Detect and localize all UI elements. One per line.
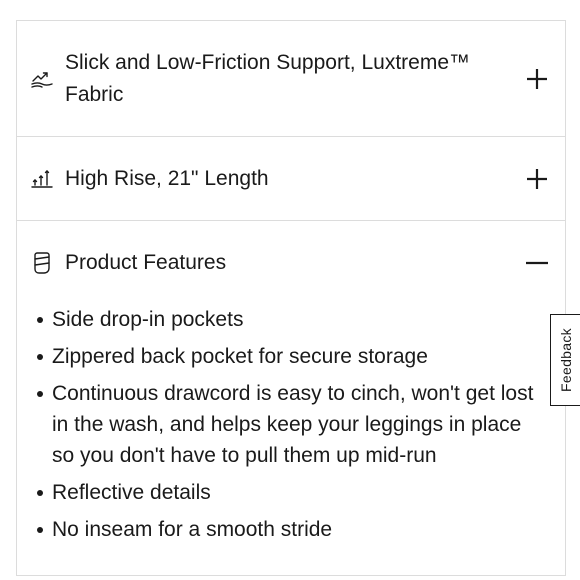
accordion-header-features[interactable]: Product Features	[17, 221, 565, 304]
low-friction-icon	[29, 66, 55, 92]
list-item: No inseam for a smooth stride	[35, 514, 547, 545]
accordion-body-features: Side drop-in pockets Zippered back pocke…	[17, 304, 565, 575]
feedback-button[interactable]: Feedback	[550, 314, 580, 406]
accordion-item-features: Product Features Side drop-in pockets Zi…	[17, 221, 565, 576]
accordion-header-rise[interactable]: High Rise, 21" Length	[17, 137, 565, 220]
list-item: Zippered back pocket for secure storage	[35, 341, 547, 372]
product-details-page: Slick and Low-Friction Support, Luxtreme…	[0, 0, 580, 580]
expand-plus-icon[interactable]	[523, 65, 551, 93]
list-item: Side drop-in pockets	[35, 304, 547, 335]
collapse-minus-icon[interactable]	[523, 249, 551, 277]
accordion-header-fabric[interactable]: Slick and Low-Friction Support, Luxtreme…	[17, 21, 565, 136]
high-rise-icon	[29, 166, 55, 192]
feature-list: Side drop-in pockets Zippered back pocke…	[35, 304, 547, 545]
list-item: Continuous drawcord is easy to cinch, wo…	[35, 378, 547, 471]
product-accordion: Slick and Low-Friction Support, Luxtreme…	[16, 20, 566, 576]
expand-plus-icon[interactable]	[523, 165, 551, 193]
accordion-item-fabric: Slick and Low-Friction Support, Luxtreme…	[17, 21, 565, 137]
accordion-item-rise: High Rise, 21" Length	[17, 137, 565, 221]
accordion-title-fabric: Slick and Low-Friction Support, Luxtreme…	[65, 50, 470, 106]
product-features-icon	[29, 250, 55, 276]
accordion-title-features: Product Features	[65, 250, 227, 274]
accordion-title-rise: High Rise, 21" Length	[65, 166, 269, 190]
feedback-label: Feedback	[557, 328, 574, 392]
list-item: Reflective details	[35, 477, 547, 508]
